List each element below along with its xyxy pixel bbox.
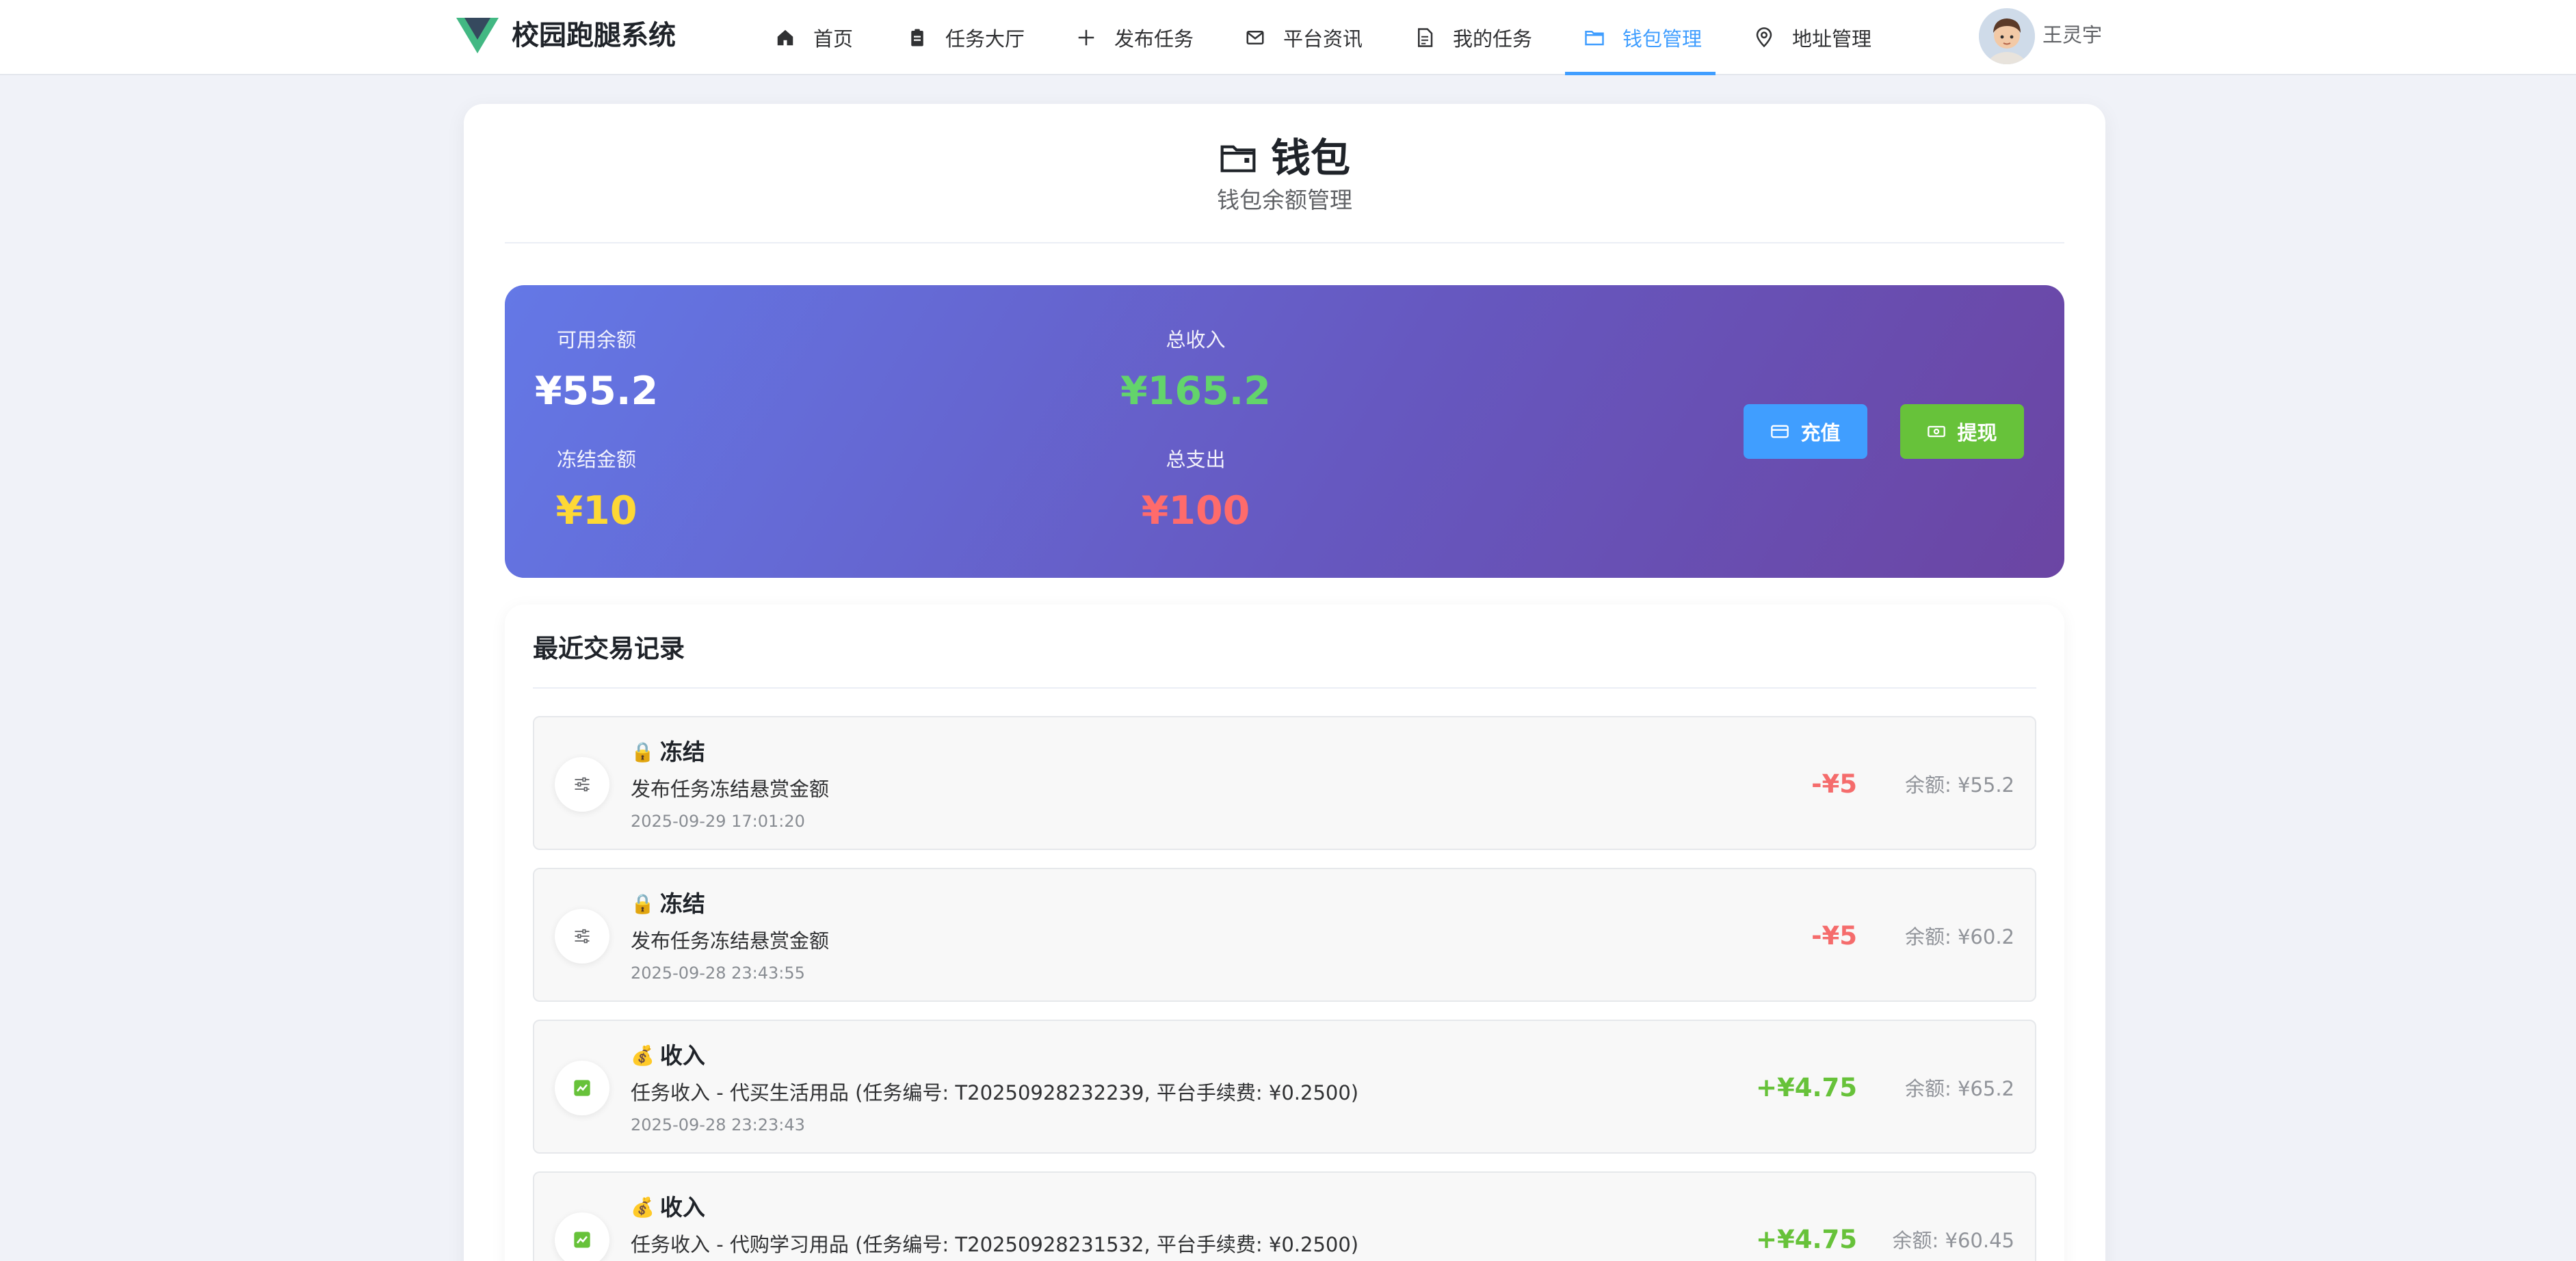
nav-item-home[interactable]: 首页 <box>775 0 853 75</box>
avatar[interactable] <box>1979 8 2035 64</box>
wallet-icon <box>1585 31 1604 46</box>
total-income-value: ¥165.2 <box>1120 369 1271 414</box>
frozen-amount-value: ¥10 <box>555 488 638 533</box>
transaction-type: 💰 收入 <box>631 1040 705 1072</box>
nav-label: 钱包管理 <box>1622 27 1703 51</box>
location-icon <box>1756 27 1772 48</box>
nav-label: 发布任务 <box>1114 27 1194 51</box>
money-bag-icon: 💰 <box>631 1196 655 1219</box>
transaction-item[interactable]: 🔒 冻结 发布任务冻结悬赏金额 2025-09-29 17:01:20 -¥5 … <box>533 716 2036 850</box>
transaction-item[interactable]: 💰 收入 任务收入 - 代买生活用品 (任务编号: T2025092823223… <box>533 1020 2036 1154</box>
frozen-amount-label: 冻结金额 <box>556 448 636 471</box>
transaction-time: 2025-09-28 23:23:43 <box>631 1115 805 1134</box>
total-expense-value: ¥100 <box>1141 488 1250 533</box>
transaction-description: 任务收入 - 代买生活用品 (任务编号: T20250928232239, 平台… <box>631 1081 1359 1104</box>
total-income-label: 总收入 <box>1166 328 1226 351</box>
transaction-amount: -¥5 <box>1811 921 1857 951</box>
transaction-time: 2025-09-29 17:01:20 <box>631 812 805 831</box>
money-icon <box>1928 425 1946 438</box>
nav-label: 我的任务 <box>1453 27 1533 51</box>
transaction-description: 发布任务冻结悬赏金额 <box>631 778 830 801</box>
transaction-amount: -¥5 <box>1811 769 1857 799</box>
brand-name[interactable]: 校园跑腿系统 <box>512 16 676 55</box>
withdraw-button[interactable]: 提现 <box>1900 404 2024 459</box>
wallet-icon <box>1220 145 1256 172</box>
clipboard-icon <box>911 29 923 47</box>
lock-icon: 🔒 <box>631 892 655 915</box>
transaction-amount: +¥4.75 <box>1755 1225 1857 1254</box>
available-balance-label: 可用余额 <box>556 328 636 351</box>
message-icon <box>1246 31 1264 44</box>
transaction-description: 任务收入 - 代购学习用品 (任务编号: T20250928231532, 平台… <box>631 1233 1359 1256</box>
transaction-type: 🔒 冻结 <box>631 888 705 920</box>
avatar-image <box>1979 8 2035 64</box>
credit-card-icon <box>1771 425 1789 438</box>
transaction-amount: +¥4.75 <box>1755 1073 1857 1102</box>
nav-label: 首页 <box>813 27 854 51</box>
transactions-divider <box>533 687 2036 689</box>
plus-icon <box>1078 29 1094 46</box>
transaction-type-label: 收入 <box>659 1042 705 1069</box>
nav-item-publish-task[interactable]: 发布任务 <box>1076 0 1194 75</box>
transaction-description: 发布任务冻结悬赏金额 <box>631 929 830 953</box>
header-divider <box>505 242 2064 243</box>
recharge-label: 充值 <box>1800 421 1841 444</box>
nav-item-my-tasks[interactable]: 我的任务 <box>1415 0 1532 75</box>
money-bag-icon: 💰 <box>631 1044 655 1067</box>
nav-item-wallet[interactable]: 钱包管理 <box>1564 0 1716 75</box>
withdraw-label: 提现 <box>1957 421 1997 444</box>
transaction-type: 🔒 冻结 <box>631 736 705 768</box>
nav-item-task-hall[interactable]: 任务大厅 <box>907 0 1025 75</box>
available-balance-value: ¥55.2 <box>534 369 659 414</box>
sliders-icon <box>555 909 609 964</box>
total-expense-label: 总支出 <box>1166 448 1226 471</box>
nav-label: 任务大厅 <box>945 27 1025 51</box>
top-navbar: 校园跑腿系统 首页 任务大厅 发布任务 平台资讯 我的任务 钱包管理 地址管理 <box>0 0 2576 75</box>
transactions-title: 最近交易记录 <box>533 634 685 663</box>
nav-label: 平台资讯 <box>1283 27 1363 51</box>
page-subtitle: 钱包余额管理 <box>1217 187 1352 213</box>
transaction-time: 2025-09-28 23:43:55 <box>631 964 805 983</box>
nav-label: 地址管理 <box>1792 27 1872 51</box>
recharge-button[interactable]: 充值 <box>1744 404 1867 459</box>
username[interactable]: 王灵宇 <box>2042 19 2102 51</box>
transaction-balance: 余额: ¥65.2 <box>1904 1077 2014 1100</box>
page-title: 钱包 <box>1271 135 1351 181</box>
trend-up-icon <box>555 1212 609 1261</box>
nav-item-address[interactable]: 地址管理 <box>1754 0 1871 75</box>
document-icon <box>1418 28 1433 47</box>
transaction-item[interactable]: 🔒 冻结 发布任务冻结悬赏金额 2025-09-28 23:43:55 -¥5 … <box>533 868 2036 1002</box>
transaction-type-label: 收入 <box>659 1194 705 1221</box>
nav-item-platform-news[interactable]: 平台资讯 <box>1245 0 1363 75</box>
transaction-balance: 余额: ¥60.45 <box>1892 1229 2014 1252</box>
transaction-type-label: 冻结 <box>659 739 705 765</box>
page-title-group: 钱包 <box>1219 132 1350 184</box>
sliders-icon <box>555 757 609 812</box>
transaction-item[interactable]: 💰 收入 任务收入 - 代购学习用品 (任务编号: T2025092823153… <box>533 1171 2036 1261</box>
home-icon <box>777 29 793 46</box>
transaction-balance: 余额: ¥55.2 <box>1904 773 2014 797</box>
trend-up-icon <box>555 1061 609 1115</box>
transaction-type: 💰 收入 <box>631 1192 705 1223</box>
vue-logo-icon[interactable] <box>456 18 499 53</box>
transaction-type-label: 冻结 <box>659 890 705 917</box>
lock-icon: 🔒 <box>631 741 655 763</box>
transaction-balance: 余额: ¥60.2 <box>1904 925 2014 948</box>
